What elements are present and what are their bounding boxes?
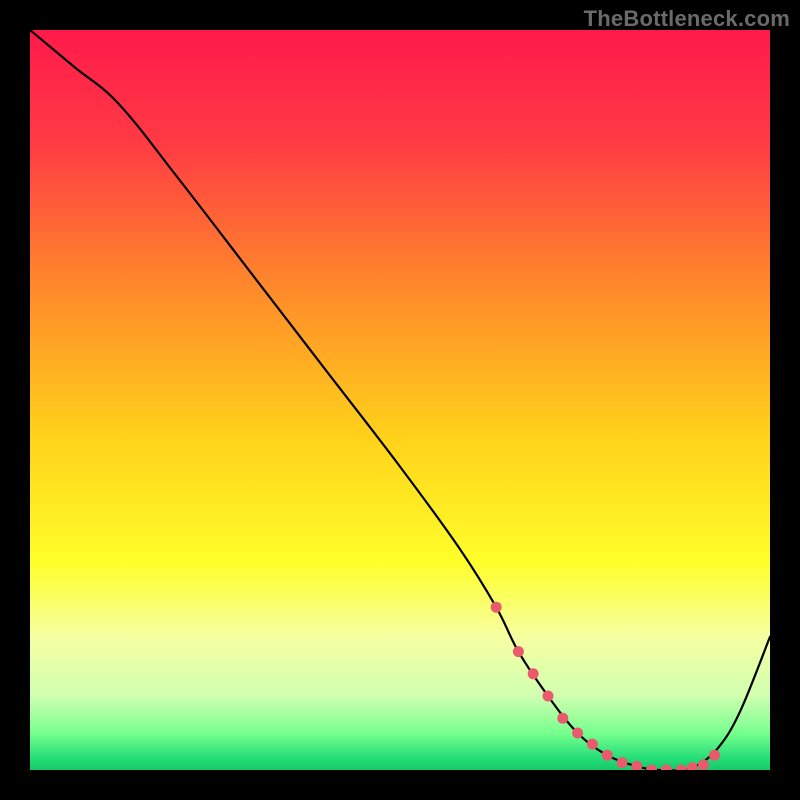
marker-dot bbox=[572, 728, 583, 739]
marker-dot bbox=[587, 739, 598, 750]
marker-dot bbox=[602, 750, 613, 761]
plot-area bbox=[30, 30, 770, 770]
marker-dot bbox=[617, 757, 628, 768]
marker-dot bbox=[709, 750, 720, 761]
marker-dot bbox=[698, 759, 709, 770]
marker-dot bbox=[543, 691, 554, 702]
gradient-background bbox=[30, 30, 770, 770]
marker-dot bbox=[513, 646, 524, 657]
marker-dot bbox=[557, 713, 568, 724]
marker-dot bbox=[491, 602, 502, 613]
chart-frame: TheBottleneck.com bbox=[0, 0, 800, 800]
watermark-text: TheBottleneck.com bbox=[584, 6, 790, 32]
chart-svg bbox=[30, 30, 770, 770]
marker-dot bbox=[528, 668, 539, 679]
